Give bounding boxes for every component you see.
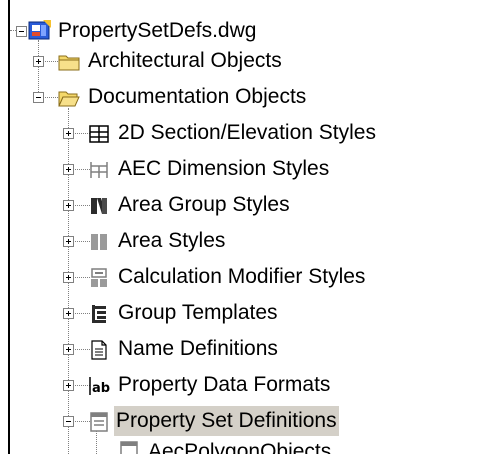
tree-node-label[interactable]: PropertySetDefs.dwg — [56, 16, 258, 46]
tree-node-property-data-formats[interactable]: ab Property Data Formats — [0, 370, 504, 406]
expand-toggle[interactable] — [63, 164, 74, 175]
tree-node-name-definitions[interactable]: Name Definitions — [0, 334, 504, 370]
tree-node-label[interactable]: 2D Section/Elevation Styles — [116, 118, 378, 148]
tree-view[interactable]: PropertySetDefs.dwg Architectural Object… — [0, 0, 504, 454]
expand-toggle[interactable] — [63, 236, 74, 247]
expand-toggle[interactable] — [63, 380, 74, 391]
tree-node-area-styles[interactable]: Area Styles — [0, 226, 504, 262]
dimension-style-icon — [90, 162, 108, 178]
tree-node-area-group-styles[interactable]: Area Group Styles — [0, 190, 504, 226]
tree-node-property-set-definitions[interactable]: Property Set Definitions — [0, 406, 504, 442]
property-set-icon — [90, 412, 108, 432]
section-elevation-icon — [89, 125, 109, 143]
tree-node-label[interactable]: Area Group Styles — [116, 190, 292, 220]
tree-node-label[interactable]: Property Data Formats — [116, 370, 332, 400]
collapse-toggle[interactable] — [63, 416, 74, 427]
tree-node-aecpolygonobjects[interactable]: AecPolygonObjects — [0, 440, 504, 454]
group-template-icon — [92, 305, 106, 323]
folder-icon — [58, 55, 80, 71]
collapse-toggle[interactable] — [33, 92, 44, 103]
collapse-toggle[interactable] — [16, 26, 27, 37]
tree-node-label[interactable]: Calculation Modifier Styles — [116, 262, 367, 292]
tree-node-documentation-objects[interactable]: Documentation Objects — [0, 82, 504, 118]
area-group-icon — [91, 198, 107, 214]
tree-node-label-selected[interactable]: Property Set Definitions — [114, 406, 339, 436]
tree-node-architectural-objects[interactable]: Architectural Objects — [0, 46, 504, 82]
name-definition-icon — [91, 340, 107, 360]
expand-toggle[interactable] — [63, 200, 74, 211]
tree-node-label[interactable]: Name Definitions — [116, 334, 280, 364]
svg-text:ab: ab — [92, 381, 110, 396]
expand-toggle[interactable] — [63, 344, 74, 355]
tree-node-label[interactable]: Group Templates — [116, 298, 280, 328]
tree-node-group-templates[interactable]: Group Templates — [0, 298, 504, 334]
tree-node-label[interactable]: AecPolygonObjects — [146, 440, 333, 454]
ab-format-icon: ab — [89, 377, 110, 396]
expand-toggle[interactable] — [63, 128, 74, 139]
tree-node-label[interactable]: Documentation Objects — [86, 82, 308, 112]
tree-node-label[interactable]: AEC Dimension Styles — [116, 154, 331, 184]
drawing-file-icon — [28, 20, 51, 40]
tree-node-label[interactable]: Architectural Objects — [86, 46, 284, 76]
calculation-modifier-icon — [91, 268, 107, 287]
property-set-item-icon — [120, 441, 138, 454]
expand-toggle[interactable] — [63, 308, 74, 319]
tree-node-2d-section-elevation-styles[interactable]: 2D Section/Elevation Styles — [0, 118, 504, 154]
expand-toggle[interactable] — [63, 272, 74, 283]
area-style-icon — [91, 234, 107, 250]
folder-open-icon — [58, 91, 80, 107]
tree-node-aec-dimension-styles[interactable]: AEC Dimension Styles — [0, 154, 504, 190]
tree-node-label[interactable]: Area Styles — [116, 226, 227, 256]
expand-toggle[interactable] — [33, 56, 44, 67]
tree-node-calculation-modifier-styles[interactable]: Calculation Modifier Styles — [0, 262, 504, 298]
